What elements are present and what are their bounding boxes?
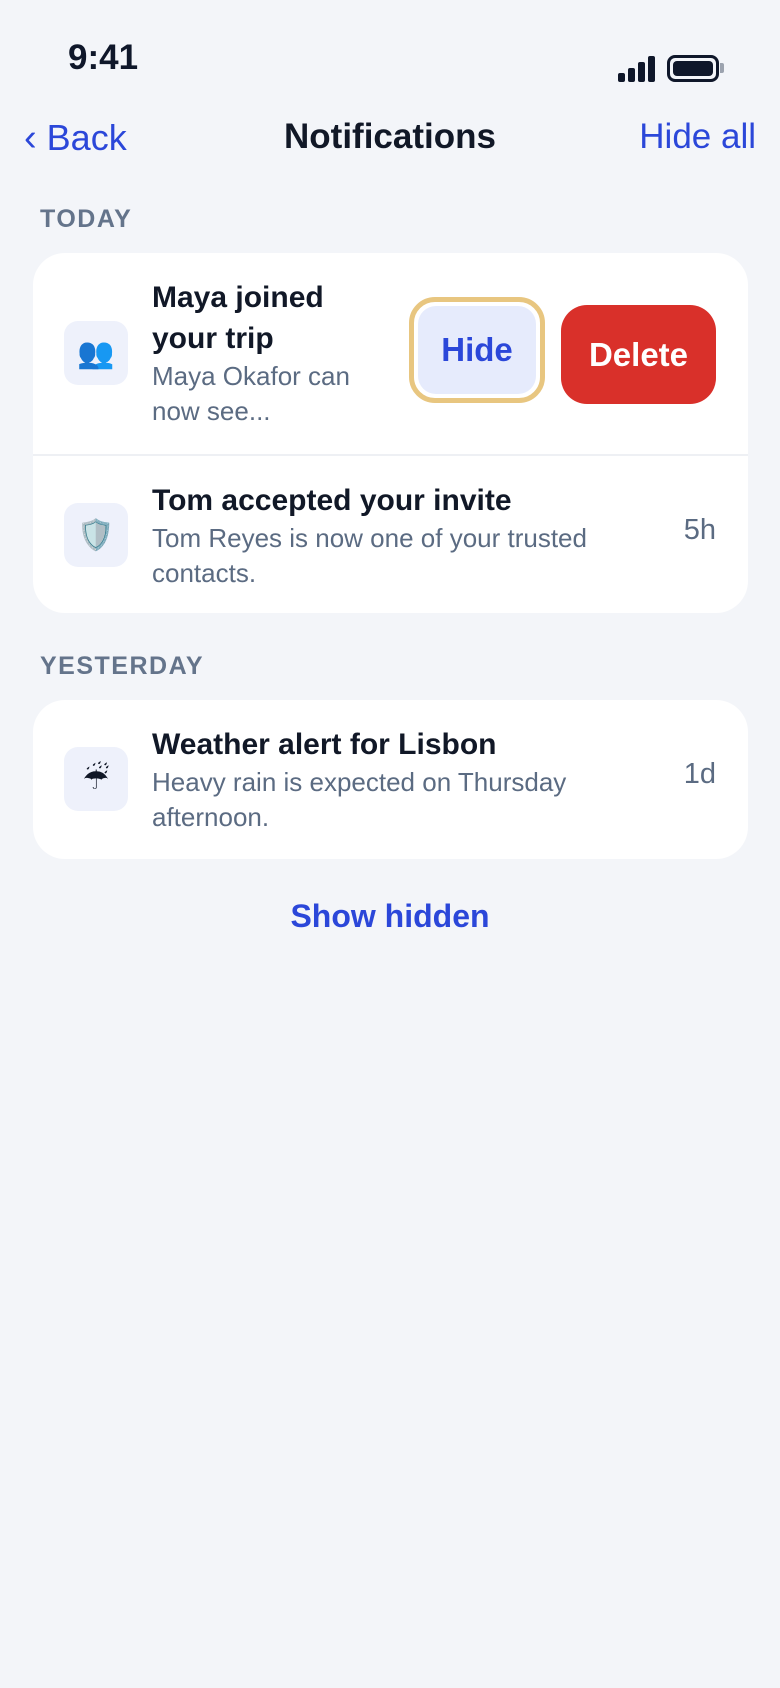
body-line: contacts. (152, 558, 257, 588)
umbrella-rain-icon: ☔ (64, 747, 128, 811)
section-header-today: TODAY (40, 205, 133, 233)
notification-row-tom[interactable]: 🛡️ Tom accepted your invite Tom Reyes is… (33, 454, 748, 613)
notification-content: Maya joined your trip Maya Okafor can no… (152, 277, 382, 429)
body-line: Maya Okafor can (152, 361, 350, 391)
delete-button[interactable]: Delete (561, 305, 716, 404)
status-bar: 9:41 (0, 0, 780, 100)
battery-cap (720, 63, 724, 73)
body-line: afternoon. (152, 802, 270, 832)
body-line: now see... (152, 396, 271, 426)
notification-row-weather[interactable]: ☔ Weather alert for Lisbon Heavy rain is… (33, 700, 748, 859)
back-button[interactable]: ‹ Back (24, 117, 127, 159)
people-icon: 👥 (64, 321, 128, 385)
notification-card-yesterday: ☔ Weather alert for Lisbon Heavy rain is… (33, 700, 748, 859)
notification-time: 5h (683, 514, 716, 546)
notification-body: Tom Reyes is now one of your trusted con… (152, 521, 672, 591)
battery-icon (667, 55, 719, 82)
shield-icon: 🛡️ (64, 503, 128, 567)
notification-content: Tom accepted your invite Tom Reyes is no… (152, 480, 672, 591)
body-line: Heavy rain is expected on Thursday (152, 767, 567, 797)
notification-body: Maya Okafor can now see... (152, 359, 382, 429)
notification-title: Maya joined your trip (152, 277, 382, 359)
back-label: Back (46, 117, 127, 158)
notification-card-today: 👥 Maya joined your trip Maya Okafor can … (33, 253, 748, 613)
title-line: Maya joined (152, 281, 324, 314)
hide-button[interactable]: Hide (409, 297, 545, 403)
cellular-signal-icon (618, 56, 656, 82)
title-line: your trip (152, 322, 274, 355)
notification-row-maya[interactable]: 👥 Maya joined your trip Maya Okafor can … (33, 253, 748, 454)
notification-time: 1d (683, 758, 716, 790)
chevron-left-icon: ‹ (24, 117, 37, 159)
section-header-yesterday: YESTERDAY (40, 652, 205, 680)
notification-title: Tom accepted your invite (152, 484, 512, 517)
hide-button-label: Hide (418, 306, 536, 394)
notifications-screen: 9:41 ‹ Back Notifications Hide all TODAY… (0, 0, 780, 1688)
show-hidden-button[interactable]: Show hidden (0, 898, 780, 935)
hide-all-button[interactable]: Hide all (639, 117, 756, 157)
notification-content: Weather alert for Lisbon Heavy rain is e… (152, 724, 672, 835)
notification-body: Heavy rain is expected on Thursday after… (152, 765, 672, 835)
status-time: 9:41 (68, 38, 139, 77)
notification-title: Weather alert for Lisbon (152, 728, 497, 761)
body-line: Tom Reyes is now one of your trusted (152, 523, 587, 553)
